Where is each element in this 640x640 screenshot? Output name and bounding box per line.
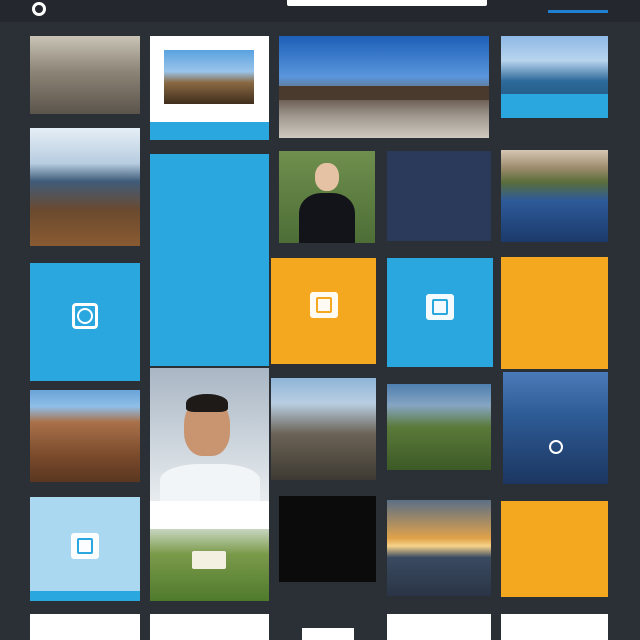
tile-caption (150, 122, 269, 127)
person-face (315, 163, 339, 191)
tile-meadow-card[interactable] (150, 501, 269, 601)
tile-landscape-card[interactable] (150, 36, 269, 140)
tile-orange-card[interactable] (271, 258, 376, 364)
tile-portrait-photo[interactable] (150, 368, 269, 501)
tile-bottom-4[interactable] (387, 614, 491, 640)
site-logo[interactable] (32, 0, 86, 18)
tile-navy-card[interactable] (387, 151, 491, 241)
tile-bottom-5[interactable] (501, 614, 608, 640)
header-underline (548, 10, 608, 13)
sign-board (192, 551, 226, 569)
tile-field-photo[interactable] (30, 128, 140, 246)
tile-orange-promo[interactable] (501, 501, 608, 597)
tile-orange-feature[interactable] (501, 257, 608, 369)
tile-app-card-light[interactable] (30, 497, 140, 601)
app-ring-icon (72, 303, 98, 329)
search-input[interactable] (287, 0, 487, 6)
tile-text-card[interactable] (279, 496, 376, 582)
tile-cyan-card[interactable] (387, 258, 493, 367)
tile-valley-photo[interactable] (387, 384, 491, 470)
app-square-icon (71, 533, 99, 559)
tile-river-photo[interactable] (501, 150, 608, 242)
card-thumbnail (164, 50, 254, 104)
tile-ruins-photo[interactable] (271, 378, 376, 480)
app-square-icon (309, 292, 338, 318)
person-shirt (160, 464, 260, 501)
person-jacket (299, 193, 355, 243)
badge-icon (548, 440, 563, 454)
tile-sunset-card[interactable] (387, 500, 491, 596)
tile-ocean-card[interactable] (503, 372, 608, 484)
logo-ring-icon (32, 2, 46, 16)
tile-building-photo[interactable] (30, 36, 140, 114)
app-square-icon (426, 293, 454, 320)
tile-footer-strip (150, 122, 269, 140)
tile-person-photo[interactable] (279, 151, 375, 243)
tile-bottom-3[interactable] (302, 628, 354, 640)
tile-footer-strip (30, 591, 140, 601)
tile-road-photo[interactable] (279, 36, 489, 138)
tile-coast-photo[interactable] (501, 36, 608, 118)
tile-bottom-1[interactable] (30, 614, 140, 640)
tile-app-card[interactable] (30, 263, 140, 381)
tile-footer-strip (501, 94, 608, 118)
person-hair (186, 394, 228, 412)
tile-feature-card[interactable] (150, 154, 269, 366)
tile-bottom-2[interactable] (150, 614, 269, 640)
tile-rocks-photo[interactable] (30, 390, 140, 482)
top-bar (0, 0, 640, 22)
header-right-link[interactable] (548, 6, 608, 18)
building-strip (279, 86, 489, 100)
